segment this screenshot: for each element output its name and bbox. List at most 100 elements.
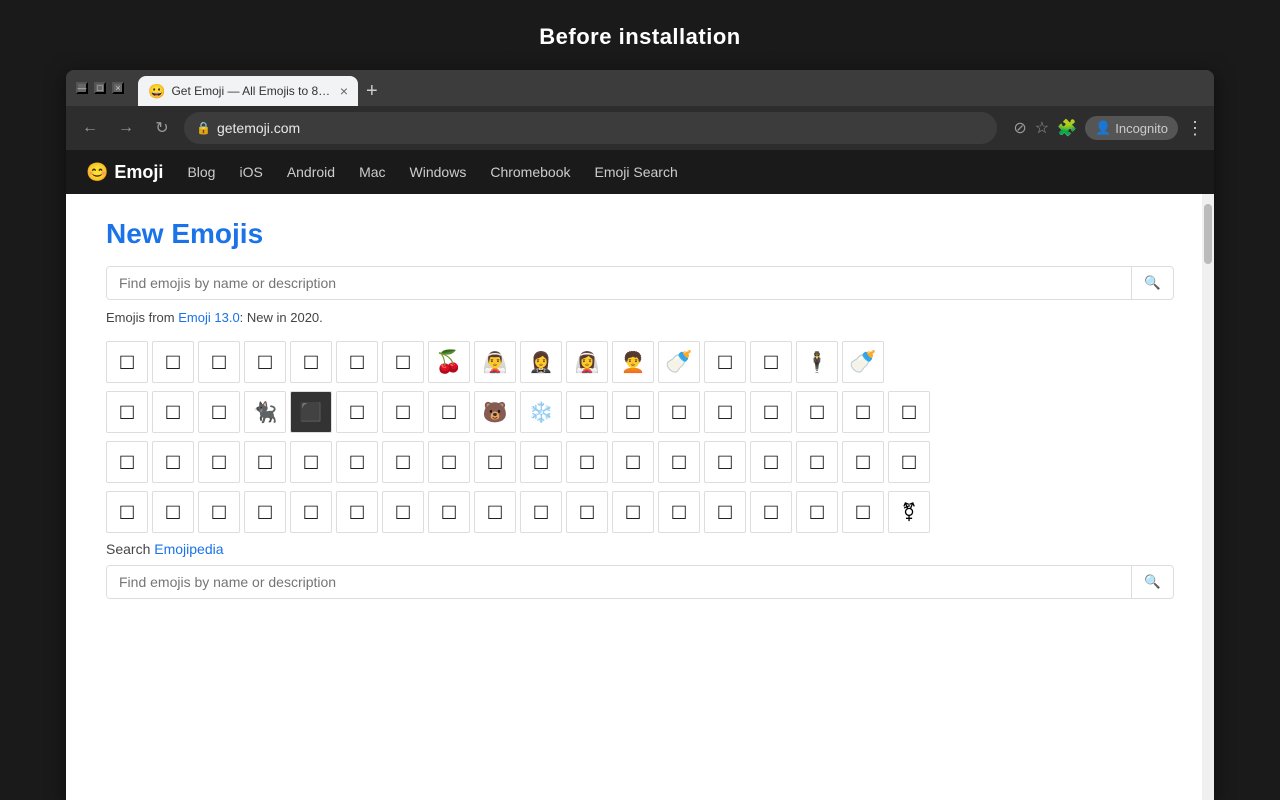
emoji-cell[interactable]: □	[382, 391, 424, 433]
emoji-cell[interactable]: □	[198, 391, 240, 433]
minimize-button[interactable]: —	[76, 82, 88, 94]
emoji-cell[interactable]: □	[520, 491, 562, 533]
nav-blog[interactable]: Blog	[187, 164, 215, 180]
emoji-cell[interactable]: □	[704, 441, 746, 483]
emoji-cell[interactable]: □	[888, 391, 930, 433]
emoji-cell[interactable]: 👰‍♂️	[474, 341, 516, 383]
emoji-cell[interactable]: □	[520, 441, 562, 483]
nav-ios[interactable]: iOS	[239, 164, 262, 180]
emoji-cell[interactable]: □	[244, 491, 286, 533]
emoji-cell[interactable]: □	[198, 341, 240, 383]
emoji-cell[interactable]: □	[244, 441, 286, 483]
emoji-cell[interactable]: 🍒	[428, 341, 470, 383]
emoji-cell[interactable]: ⚧	[888, 491, 930, 533]
emoji-cell[interactable]: □	[198, 441, 240, 483]
scrollbar-thumb[interactable]	[1204, 204, 1212, 264]
emojipedia-link[interactable]: Emojipedia	[154, 541, 223, 557]
emoji-cell[interactable]: □	[566, 491, 608, 533]
emoji-cell[interactable]: □	[382, 491, 424, 533]
emoji-cell[interactable]: □	[612, 491, 654, 533]
search-button-top[interactable]: 🔍	[1131, 267, 1173, 299]
camera-off-icon[interactable]: ⊘	[1013, 118, 1026, 138]
forward-button[interactable]: →	[112, 114, 140, 142]
search-input-bottom[interactable]	[107, 566, 1131, 598]
nav-chromebook[interactable]: Chromebook	[490, 164, 570, 180]
emoji-cell[interactable]: □	[428, 441, 470, 483]
emoji-cell[interactable]: □	[658, 391, 700, 433]
emoji-cell[interactable]: □	[290, 441, 332, 483]
emoji-cell[interactable]: □	[704, 341, 746, 383]
emoji-cell[interactable]: □	[888, 441, 930, 483]
emoji-cell[interactable]: □	[290, 341, 332, 383]
star-icon[interactable]: ☆	[1035, 118, 1049, 138]
emoji-cell[interactable]: 🕴	[796, 341, 838, 383]
extension-icon[interactable]: 🧩	[1057, 118, 1077, 138]
emoji-cell[interactable]: □	[428, 391, 470, 433]
emoji-cell[interactable]: 🤵‍♀️	[520, 341, 562, 383]
emoji-cell[interactable]: □	[152, 341, 194, 383]
search-input-top[interactable]	[107, 267, 1131, 299]
emoji-cell[interactable]: □	[336, 491, 378, 533]
address-input-wrap[interactable]: 🔒 getemoji.com	[184, 112, 997, 144]
emoji-cell[interactable]: □	[796, 391, 838, 433]
emoji-cell[interactable]: 🍼	[658, 341, 700, 383]
emoji-cell[interactable]: □	[796, 491, 838, 533]
nav-emoji-search[interactable]: Emoji Search	[594, 164, 677, 180]
active-tab[interactable]: 😀 Get Emoji — All Emojis to 8< Co… ×	[138, 76, 358, 106]
nav-mac[interactable]: Mac	[359, 164, 385, 180]
emoji-cell[interactable]: □	[336, 441, 378, 483]
emoji-cell[interactable]: ❄️	[520, 391, 562, 433]
maximize-button[interactable]: □	[94, 82, 106, 94]
scrollbar[interactable]	[1202, 194, 1214, 800]
emoji-cell[interactable]: 🍼	[842, 341, 884, 383]
emoji-cell[interactable]: □	[106, 441, 148, 483]
emoji-cell[interactable]: 🐈‍⬛	[244, 391, 286, 433]
tab-close-icon[interactable]: ×	[340, 83, 348, 99]
emoji-cell[interactable]: ⬛	[290, 391, 332, 433]
emoji-cell[interactable]: □	[842, 441, 884, 483]
emoji-cell[interactable]: □	[704, 491, 746, 533]
browser-menu-button[interactable]: ⋮	[1186, 118, 1204, 139]
emoji-cell[interactable]: □	[152, 391, 194, 433]
emoji-cell[interactable]: □	[198, 491, 240, 533]
emoji-cell[interactable]: □	[106, 391, 148, 433]
emoji-version-link[interactable]: Emoji 13.0	[178, 310, 239, 325]
emoji-cell[interactable]: □	[336, 391, 378, 433]
emoji-cell[interactable]: □	[750, 491, 792, 533]
emoji-cell[interactable]: □	[612, 441, 654, 483]
emoji-cell[interactable]: □	[750, 391, 792, 433]
nav-android[interactable]: Android	[287, 164, 335, 180]
emoji-cell[interactable]: □	[474, 441, 516, 483]
emoji-cell[interactable]: 🐻	[474, 391, 516, 433]
nav-windows[interactable]: Windows	[410, 164, 467, 180]
emoji-cell[interactable]: □	[566, 441, 608, 483]
emoji-cell[interactable]: □	[658, 441, 700, 483]
emoji-cell[interactable]: □	[428, 491, 470, 533]
emoji-cell[interactable]: □	[474, 491, 516, 533]
refresh-button[interactable]: ↻	[148, 114, 176, 142]
new-tab-button[interactable]: +	[358, 76, 386, 106]
emoji-cell[interactable]: □	[750, 341, 792, 383]
emoji-cell[interactable]: □	[612, 391, 654, 433]
emoji-cell[interactable]: □	[336, 341, 378, 383]
emoji-cell[interactable]: □	[842, 391, 884, 433]
emoji-cell[interactable]: □	[152, 441, 194, 483]
back-button[interactable]: ←	[76, 114, 104, 142]
emoji-cell[interactable]: □	[842, 491, 884, 533]
emoji-cell[interactable]: □	[566, 391, 608, 433]
emoji-cell[interactable]: 👰‍♀️	[566, 341, 608, 383]
search-button-bottom[interactable]: 🔍	[1131, 566, 1173, 598]
emoji-cell[interactable]: □	[152, 491, 194, 533]
incognito-button[interactable]: 👤 Incognito	[1085, 116, 1178, 140]
emoji-cell[interactable]: □	[106, 491, 148, 533]
emoji-cell[interactable]: □	[796, 441, 838, 483]
site-logo[interactable]: 😊 Emoji	[86, 162, 163, 183]
emoji-cell[interactable]: □	[106, 341, 148, 383]
emoji-cell[interactable]: □	[750, 441, 792, 483]
emoji-cell[interactable]: □	[244, 341, 286, 383]
emoji-cell[interactable]: □	[382, 441, 424, 483]
emoji-cell[interactable]: □	[382, 341, 424, 383]
emoji-cell[interactable]: 🧑‍🦱	[612, 341, 654, 383]
emoji-cell[interactable]: □	[658, 491, 700, 533]
emoji-cell[interactable]: □	[704, 391, 746, 433]
